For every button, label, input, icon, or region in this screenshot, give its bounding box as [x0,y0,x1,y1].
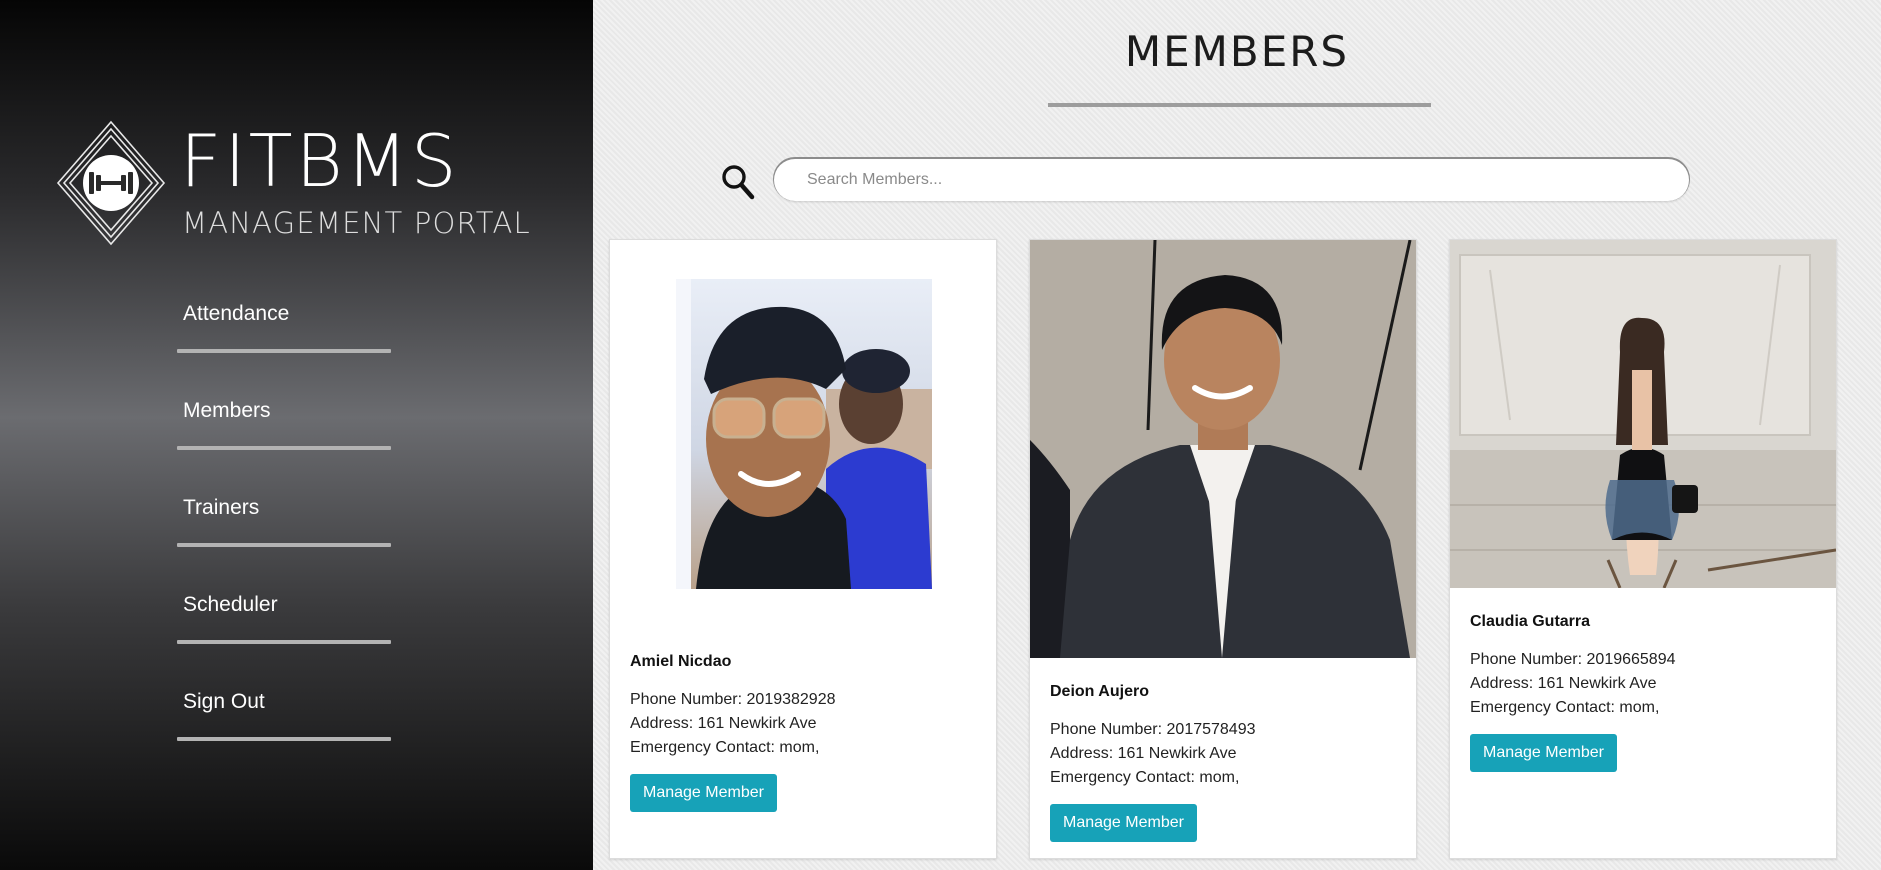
nav-label[interactable]: Sign Out [177,689,391,715]
nav-item-sign-out[interactable]: Sign Out [177,689,391,741]
nav-underline [177,737,391,741]
member-name: Amiel Nicdao [630,653,732,670]
title-divider [1048,103,1431,107]
nav-item-scheduler[interactable]: Scheduler [177,592,391,644]
member-card: Claudia Gutarra Phone Number: 2019665894… [1449,239,1837,859]
address-value: 161 Newkirk Ave [1537,675,1657,692]
nav-item-members[interactable]: Members [177,398,391,450]
nav-item-trainers[interactable]: Trainers [177,495,391,547]
member-photo [1450,240,1836,588]
phone-label: Phone Number: [1050,721,1167,738]
nav-underline [177,349,391,353]
member-phone: Phone Number: 2019665894 [1470,648,1816,672]
nav-label[interactable]: Attendance [177,301,391,327]
nav-label[interactable]: Trainers [177,495,391,521]
manage-member-button[interactable]: Manage Member [630,774,777,812]
emergency-value: mom, [1199,769,1240,786]
member-info: Amiel Nicdao Phone Number: 2019382928 Ad… [630,652,976,812]
sidebar: FITBMS MANAGEMENT PORTAL Attendance Memb… [0,0,593,870]
address-value: 161 Newkirk Ave [697,715,817,732]
member-phone: Phone Number: 2017578493 [1050,718,1396,742]
emergency-label: Emergency Contact: [1470,699,1620,716]
manage-member-button[interactable]: Manage Member [1050,804,1197,842]
phone-value: 2019382928 [746,691,836,708]
nav-item-attendance[interactable]: Attendance [177,301,391,353]
member-card: Amiel Nicdao Phone Number: 2019382928 Ad… [609,239,997,859]
member-photo [1030,240,1416,658]
phone-label: Phone Number: [1470,651,1587,668]
member-address: Address: 161 Newkirk Ave [1470,672,1816,696]
nav-underline [177,446,391,450]
nav-label[interactable]: Scheduler [177,592,391,618]
emergency-value: mom, [1619,699,1660,716]
member-name: Claudia Gutarra [1470,613,1591,630]
address-label: Address: [1470,675,1538,692]
member-card: Deion Aujero Phone Number: 2017578493 Ad… [1029,239,1417,859]
brand-title: FITBMS [180,119,460,203]
address-label: Address: [1050,745,1118,762]
member-address: Address: 161 Newkirk Ave [630,712,976,736]
member-info: Claudia Gutarra Phone Number: 2019665894… [1470,612,1816,772]
main-content: MEMBERS Search Members... Amiel Nicdao P… [593,0,1881,870]
nav-underline [177,640,391,644]
address-label: Address: [630,715,698,732]
dumbbell-icon [56,120,166,246]
phone-value: 2017578493 [1166,721,1256,738]
address-value: 161 Newkirk Ave [1117,745,1237,762]
emergency-label: Emergency Contact: [1050,769,1200,786]
member-name: Deion Aujero [1050,683,1149,700]
member-phone: Phone Number: 2019382928 [630,688,976,712]
brand-subtitle: MANAGEMENT PORTAL [182,206,531,240]
member-address: Address: 161 Newkirk Ave [1050,742,1396,766]
page-title: MEMBERS [1124,27,1350,76]
phone-label: Phone Number: [630,691,747,708]
phone-value: 2019665894 [1586,651,1676,668]
search-icon[interactable] [721,164,755,200]
search-input[interactable] [774,159,1689,201]
nav-label[interactable]: Members [177,398,391,424]
member-info: Deion Aujero Phone Number: 2017578493 Ad… [1050,682,1396,842]
nav-underline [177,543,391,547]
member-photo [676,279,932,589]
manage-member-button[interactable]: Manage Member [1470,734,1617,772]
emergency-label: Emergency Contact: [630,739,780,756]
member-emergency-contact: Emergency Contact: mom, [1050,766,1396,790]
member-emergency-contact: Emergency Contact: mom, [630,736,976,760]
emergency-value: mom, [779,739,820,756]
member-emergency-contact: Emergency Contact: mom, [1470,696,1816,720]
